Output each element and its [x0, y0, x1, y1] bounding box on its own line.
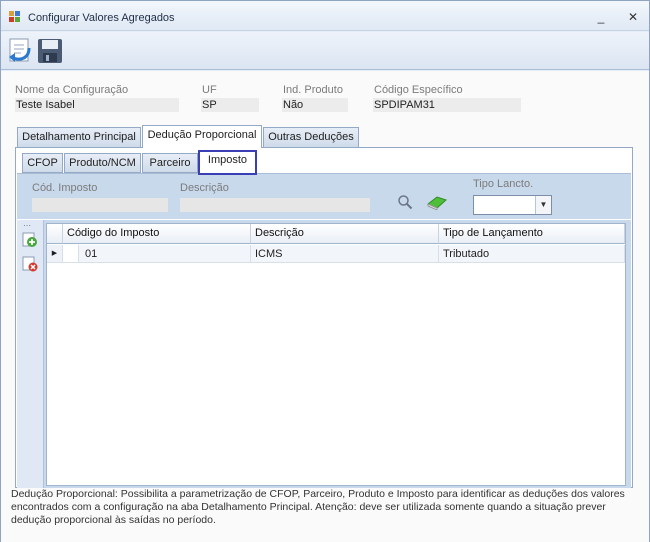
current-row-icon: ▶: [47, 245, 63, 263]
column-header-tipo[interactable]: Tipo de Lançamento: [439, 224, 625, 244]
uf-label: UF: [202, 84, 217, 96]
imposto-grid: Código do Imposto Descrição Tipo de Lanç…: [46, 223, 626, 486]
cod-imposto-label: Cód. Imposto: [32, 182, 98, 194]
window-title: Configurar Valores Agregados: [28, 12, 175, 24]
ind-produto-label: Ind. Produto: [283, 84, 343, 96]
config-name-field[interactable]: Teste Isabel: [15, 98, 179, 112]
undo-icon[interactable]: [5, 36, 35, 66]
tab-deducao-proporcional[interactable]: Dedução Proporcional: [142, 125, 262, 148]
eraser-icon[interactable]: [425, 194, 449, 210]
tipo-lancto-select[interactable]: ▼: [473, 195, 552, 215]
close-button[interactable]: ✕: [625, 9, 641, 25]
toolbar: [1, 32, 649, 70]
subtab-produto-ncm[interactable]: Produto/NCM: [64, 153, 141, 173]
uf-field[interactable]: SP: [201, 98, 259, 112]
descricao-filter-input[interactable]: [180, 198, 370, 212]
cell-tipo[interactable]: Tributado: [439, 245, 625, 263]
cod-imposto-input[interactable]: [32, 198, 168, 212]
title-bar: Configurar Valores Agregados _ ✕: [1, 1, 649, 31]
column-header-codigo[interactable]: Código do Imposto: [63, 224, 251, 244]
row-indicator-header: [47, 224, 63, 244]
minimize-button[interactable]: _: [593, 9, 609, 25]
ind-produto-field[interactable]: Não: [282, 98, 348, 112]
row-expander: [63, 245, 79, 263]
filter-panel: Cód. Imposto Descrição Tipo Lancto. ▼: [17, 173, 631, 219]
search-icon[interactable]: [397, 194, 413, 210]
subtab-cfop[interactable]: CFOP: [22, 153, 63, 173]
codigo-especifico-field[interactable]: SPDIPAM31: [373, 98, 521, 112]
grid-side-toolbar: ⋯: [17, 220, 44, 488]
dialog-window: Configurar Valores Agregados _ ✕ Nome da…: [0, 0, 650, 542]
delete-row-icon[interactable]: [22, 256, 38, 272]
chevron-down-icon[interactable]: ▼: [535, 196, 551, 214]
config-name-label: Nome da Configuração: [15, 84, 129, 96]
subtab-imposto[interactable]: Imposto: [198, 150, 257, 175]
codigo-especifico-label: Código Específico: [374, 84, 463, 96]
column-header-descricao[interactable]: Descrição: [251, 224, 439, 244]
app-icon: [9, 11, 20, 22]
cell-descricao[interactable]: ICMS: [251, 245, 439, 263]
save-icon[interactable]: [35, 36, 65, 66]
descricao-filter-label: Descrição: [180, 182, 229, 194]
tipo-lancto-label: Tipo Lancto.: [473, 178, 534, 190]
grip-icon: ⋯: [23, 221, 31, 230]
help-description: Dedução Proporcional: Possibilita a para…: [11, 488, 639, 533]
cell-codigo[interactable]: 01: [79, 245, 251, 263]
add-row-icon[interactable]: [22, 232, 38, 248]
subtab-parceiro[interactable]: Parceiro: [142, 153, 198, 173]
tab-outras-deducoes[interactable]: Outras Deduções: [263, 127, 359, 147]
tab-detalhamento-principal[interactable]: Detalhamento Principal: [17, 127, 141, 147]
